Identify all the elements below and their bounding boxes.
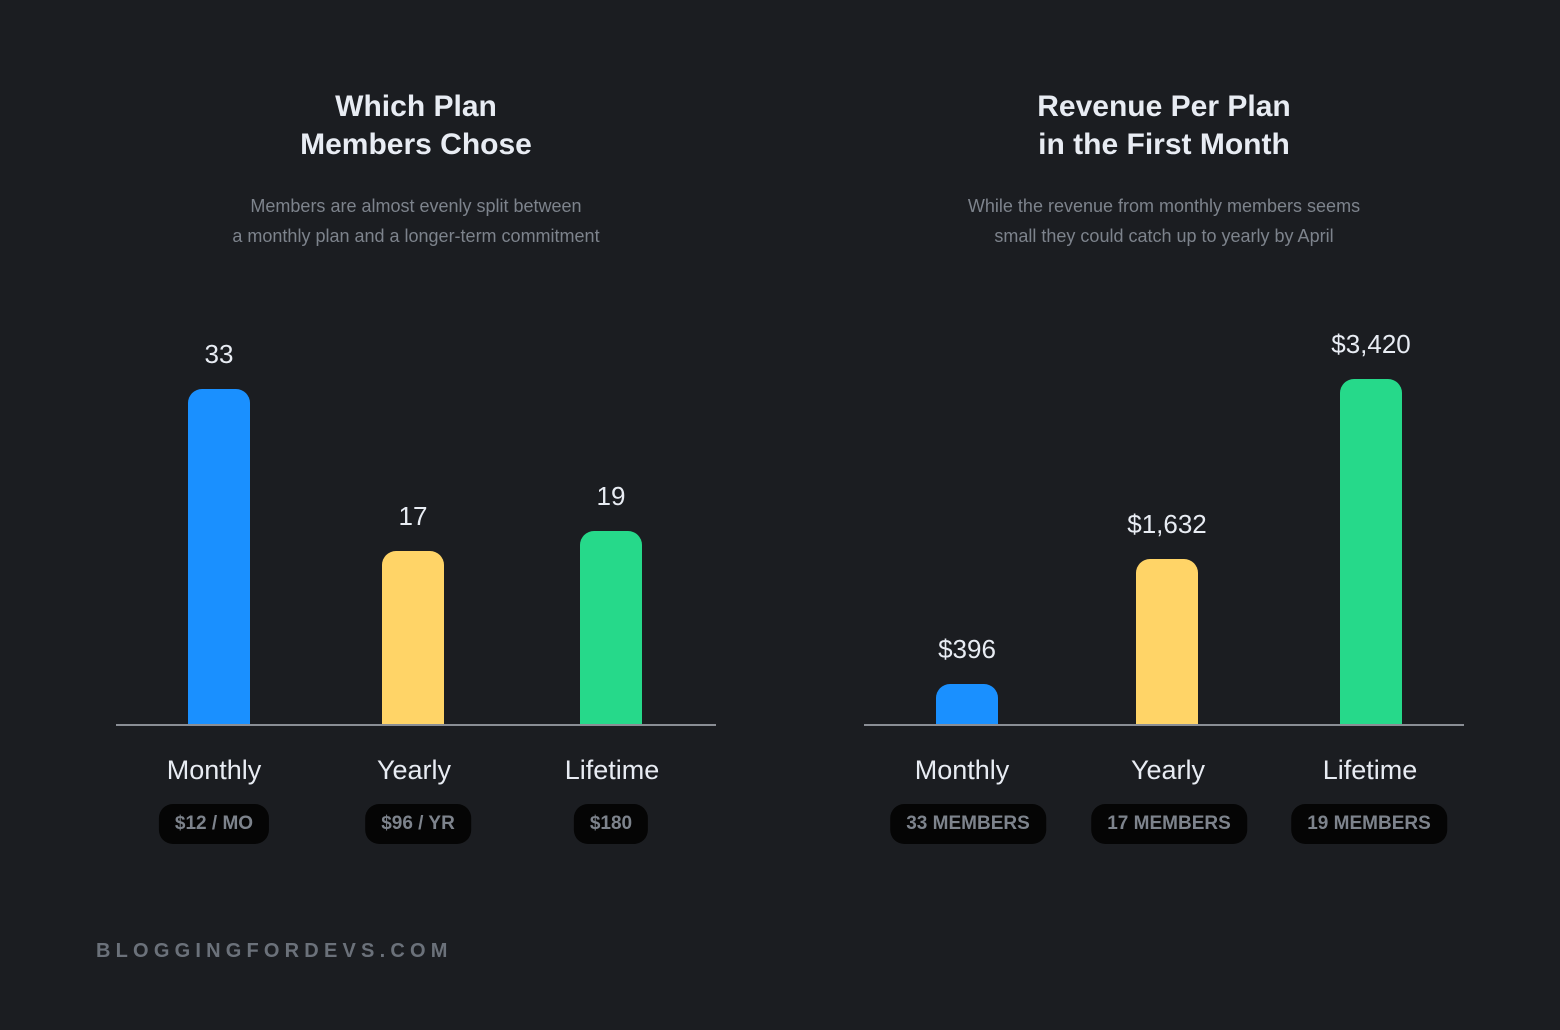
- category-label-monthly: Monthly: [166, 755, 262, 785]
- category-label-yearly: Yearly: [376, 755, 452, 785]
- x-axis-baseline: [116, 724, 716, 726]
- bar-lifetime: [580, 531, 642, 724]
- chart-subtitle: While the revenue from monthly members s…: [851, 191, 1477, 251]
- bar-monthly: [188, 389, 250, 724]
- category-label-lifetime: Lifetime: [564, 755, 660, 785]
- chart-title: Which Plan Members Chose: [103, 88, 729, 164]
- category-pill-lifetime: 19 MEMBERS: [1291, 804, 1447, 844]
- chart-title-line: in the First Month: [1038, 128, 1290, 161]
- category-pill-lifetime: $180: [573, 804, 649, 844]
- category-label-lifetime: Lifetime: [1322, 755, 1418, 785]
- chart-subtitle-line: a monthly plan and a longer-term commitm…: [232, 226, 600, 246]
- bar-yearly: [382, 551, 444, 724]
- chart-title-line: Revenue Per Plan: [1037, 90, 1291, 123]
- chart-title-line: Members Chose: [300, 128, 532, 161]
- chart-subtitle-line: While the revenue from monthly members s…: [967, 196, 1361, 216]
- category-pill-yearly: 17 MEMBERS: [1091, 804, 1247, 844]
- category-pill-monthly: $12 / MO: [158, 804, 270, 844]
- bar-monthly: [936, 684, 998, 724]
- plot-area: 33 17 19: [116, 300, 716, 726]
- category-label-monthly: Monthly: [914, 755, 1010, 785]
- chart-revenue-per-plan: Revenue Per Plan in the First Month Whil…: [864, 0, 1464, 900]
- chart-subtitle: Members are almost evenly split between …: [103, 191, 729, 251]
- bar-value-label: $396: [938, 634, 996, 664]
- plot-area: $396 $1,632 $3,420: [864, 300, 1464, 726]
- chart-subtitle-line: Members are almost evenly split between: [250, 196, 582, 216]
- chart-subtitle-line: small they could catch up to yearly by A…: [994, 226, 1334, 246]
- bar-yearly: [1136, 559, 1198, 724]
- bar-value-label: 17: [398, 501, 428, 531]
- chart-title-line: Which Plan: [335, 90, 497, 123]
- x-axis-baseline: [864, 724, 1464, 726]
- category-pill-monthly: 33 MEMBERS: [890, 804, 1046, 844]
- brand-footer: BLOGGINGFORDEVS.COM: [96, 940, 453, 962]
- category-label-yearly: Yearly: [1130, 755, 1206, 785]
- bar-value-label: 19: [596, 481, 626, 511]
- bar-value-label: $1,632: [1127, 509, 1207, 539]
- bar-lifetime: [1340, 379, 1402, 724]
- bar-value-label: 33: [204, 339, 234, 369]
- bar-value-label: $3,420: [1331, 329, 1411, 359]
- chart-title: Revenue Per Plan in the First Month: [851, 88, 1477, 164]
- chart-plan-choice: Which Plan Members Chose Members are alm…: [116, 0, 716, 900]
- category-pill-yearly: $96 / YR: [365, 804, 471, 844]
